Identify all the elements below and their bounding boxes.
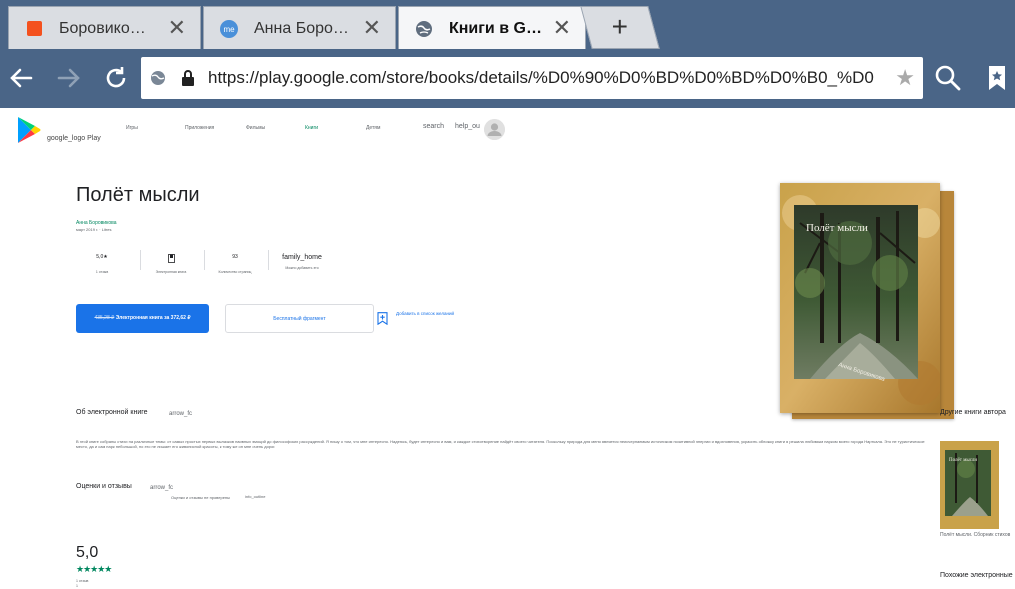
- stat-value: 5,0★: [96, 254, 108, 260]
- search-icon[interactable]: [933, 63, 963, 93]
- free-sample-button[interactable]: Бесплатный фрагмент: [225, 304, 374, 333]
- buy-label: Электронная книга за 372,62 ₽: [115, 315, 191, 321]
- rating-value: 5,0: [76, 544, 99, 561]
- wishlist-link[interactable]: Добавить в список желаний: [396, 311, 454, 316]
- similar-books-title[interactable]: Похожие электронные: [940, 572, 1013, 579]
- cover-thumbnail: Полёт мысли: [940, 441, 999, 529]
- page-content: google_logo Play Игры Приложения Фильмы …: [0, 108, 1015, 589]
- me-circle-icon: me: [220, 20, 238, 38]
- tab-strip: Боровико… ✕ me Анна Боро… ✕ Книги в G… ✕…: [0, 0, 1015, 49]
- svg-text:Полёт мысли: Полёт мысли: [806, 222, 868, 234]
- bookmark-add-icon[interactable]: [377, 312, 388, 325]
- tab-title: Анна Боро…: [254, 20, 349, 37]
- plus-icon: +: [611, 11, 629, 42]
- stat-label: Количество страниц: [218, 270, 252, 274]
- stat-format: Электронная книга: [143, 254, 199, 274]
- other-book-cover[interactable]: Полёт мысли: [940, 441, 999, 529]
- stat-label: Можно добавить это: [285, 266, 319, 270]
- address-bar[interactable]: https://play.google.com/store/books/deta…: [141, 57, 923, 99]
- tab-title: Боровико…: [59, 20, 146, 37]
- bookmark-star-icon[interactable]: ★: [895, 65, 915, 91]
- cover-image: Полёт мысли Анна Боровикова: [780, 183, 940, 413]
- orange-square-icon: [27, 21, 42, 36]
- stat-rating: 5,0★ 1 отзыв: [74, 254, 130, 274]
- publication-info: март 2019 г. · Litres: [76, 227, 112, 232]
- logo-text: google_logo Play: [47, 135, 101, 142]
- other-book-caption[interactable]: Полёт мысли. Сборник стихов: [940, 532, 1010, 538]
- globe-icon: [416, 21, 432, 37]
- tab-anna[interactable]: me Анна Боро… ✕: [203, 6, 396, 49]
- buy-button[interactable]: 435,28 ₽ Электронная книга за 372,62 ₽: [76, 304, 209, 333]
- book-description: В этой книге собраны стихи на различные …: [76, 439, 925, 449]
- tab-title: Книги в G…: [449, 20, 542, 37]
- tab-books-active[interactable]: Книги в G… ✕: [398, 6, 586, 49]
- stat-value: 93: [232, 254, 238, 260]
- bookmarks-icon[interactable]: [982, 63, 1012, 93]
- stat-label: 1 отзыв: [95, 270, 109, 274]
- reviews-title[interactable]: Оценки и отзывы: [76, 483, 132, 490]
- reload-icon[interactable]: [101, 63, 131, 93]
- rating-count-extra: 1: [76, 584, 78, 588]
- book-cover[interactable]: Полёт мысли Анна Боровикова: [780, 183, 954, 419]
- stat-pages: 93 Количество страниц: [207, 254, 263, 274]
- nav-books[interactable]: Книги: [305, 125, 318, 131]
- search-button[interactable]: search: [423, 123, 444, 130]
- rating-count: 1 отзыв: [76, 579, 89, 583]
- close-icon[interactable]: ✕: [363, 17, 381, 39]
- nav-apps[interactable]: Приложения: [185, 125, 214, 131]
- other-books-title[interactable]: Другие книги автора: [940, 409, 1006, 416]
- old-price: 435,28 ₽: [94, 315, 115, 321]
- divider: [140, 250, 141, 270]
- tab-borovikova[interactable]: Боровико… ✕: [8, 6, 201, 49]
- family-home-icon: family_home: [282, 254, 322, 261]
- arrow-forward-icon[interactable]: arrow_fc: [150, 485, 173, 491]
- globe-icon: [151, 71, 165, 85]
- avatar[interactable]: [484, 119, 505, 140]
- new-tab-button[interactable]: +: [580, 6, 660, 49]
- star-rating: ★★★★★: [76, 564, 112, 574]
- nav-movies[interactable]: Фильмы: [246, 125, 265, 131]
- browser-toolbar: https://play.google.com/store/books/deta…: [0, 49, 1015, 108]
- svg-text:Полёт мысли: Полёт мысли: [949, 458, 977, 463]
- close-icon[interactable]: ✕: [168, 17, 186, 39]
- svg-text:me: me: [223, 25, 235, 34]
- stat-label: Электронная книга: [155, 270, 187, 274]
- stat-family: family_home Можно добавить это: [272, 254, 332, 270]
- info-outline-icon[interactable]: info_outline: [245, 494, 265, 499]
- book-icon: [167, 254, 175, 263]
- reviews-note: Оценки и отзывы не проверены: [171, 495, 231, 500]
- close-icon[interactable]: ✕: [553, 17, 571, 39]
- url-text: https://play.google.com/store/books/deta…: [208, 68, 874, 87]
- back-arrow-icon[interactable]: [6, 63, 36, 93]
- nav-games[interactable]: Игры: [126, 125, 138, 131]
- book-title: Полёт мысли: [76, 184, 200, 206]
- divider: [204, 250, 205, 270]
- cover-illustration: Полёт мысли Анна Боровикова: [780, 183, 940, 413]
- arrow-forward-icon[interactable]: arrow_fc: [169, 411, 192, 417]
- about-title[interactable]: Об электронной книге: [76, 409, 148, 416]
- help-button[interactable]: help_ou: [455, 123, 480, 130]
- forward-arrow-icon[interactable]: [54, 63, 84, 93]
- lock-icon: [182, 70, 194, 86]
- author-link[interactable]: Анна Боровикова: [76, 220, 117, 226]
- divider: [268, 250, 269, 270]
- google-play-logo-icon[interactable]: [16, 116, 42, 144]
- nav-kids[interactable]: Детям: [366, 125, 380, 131]
